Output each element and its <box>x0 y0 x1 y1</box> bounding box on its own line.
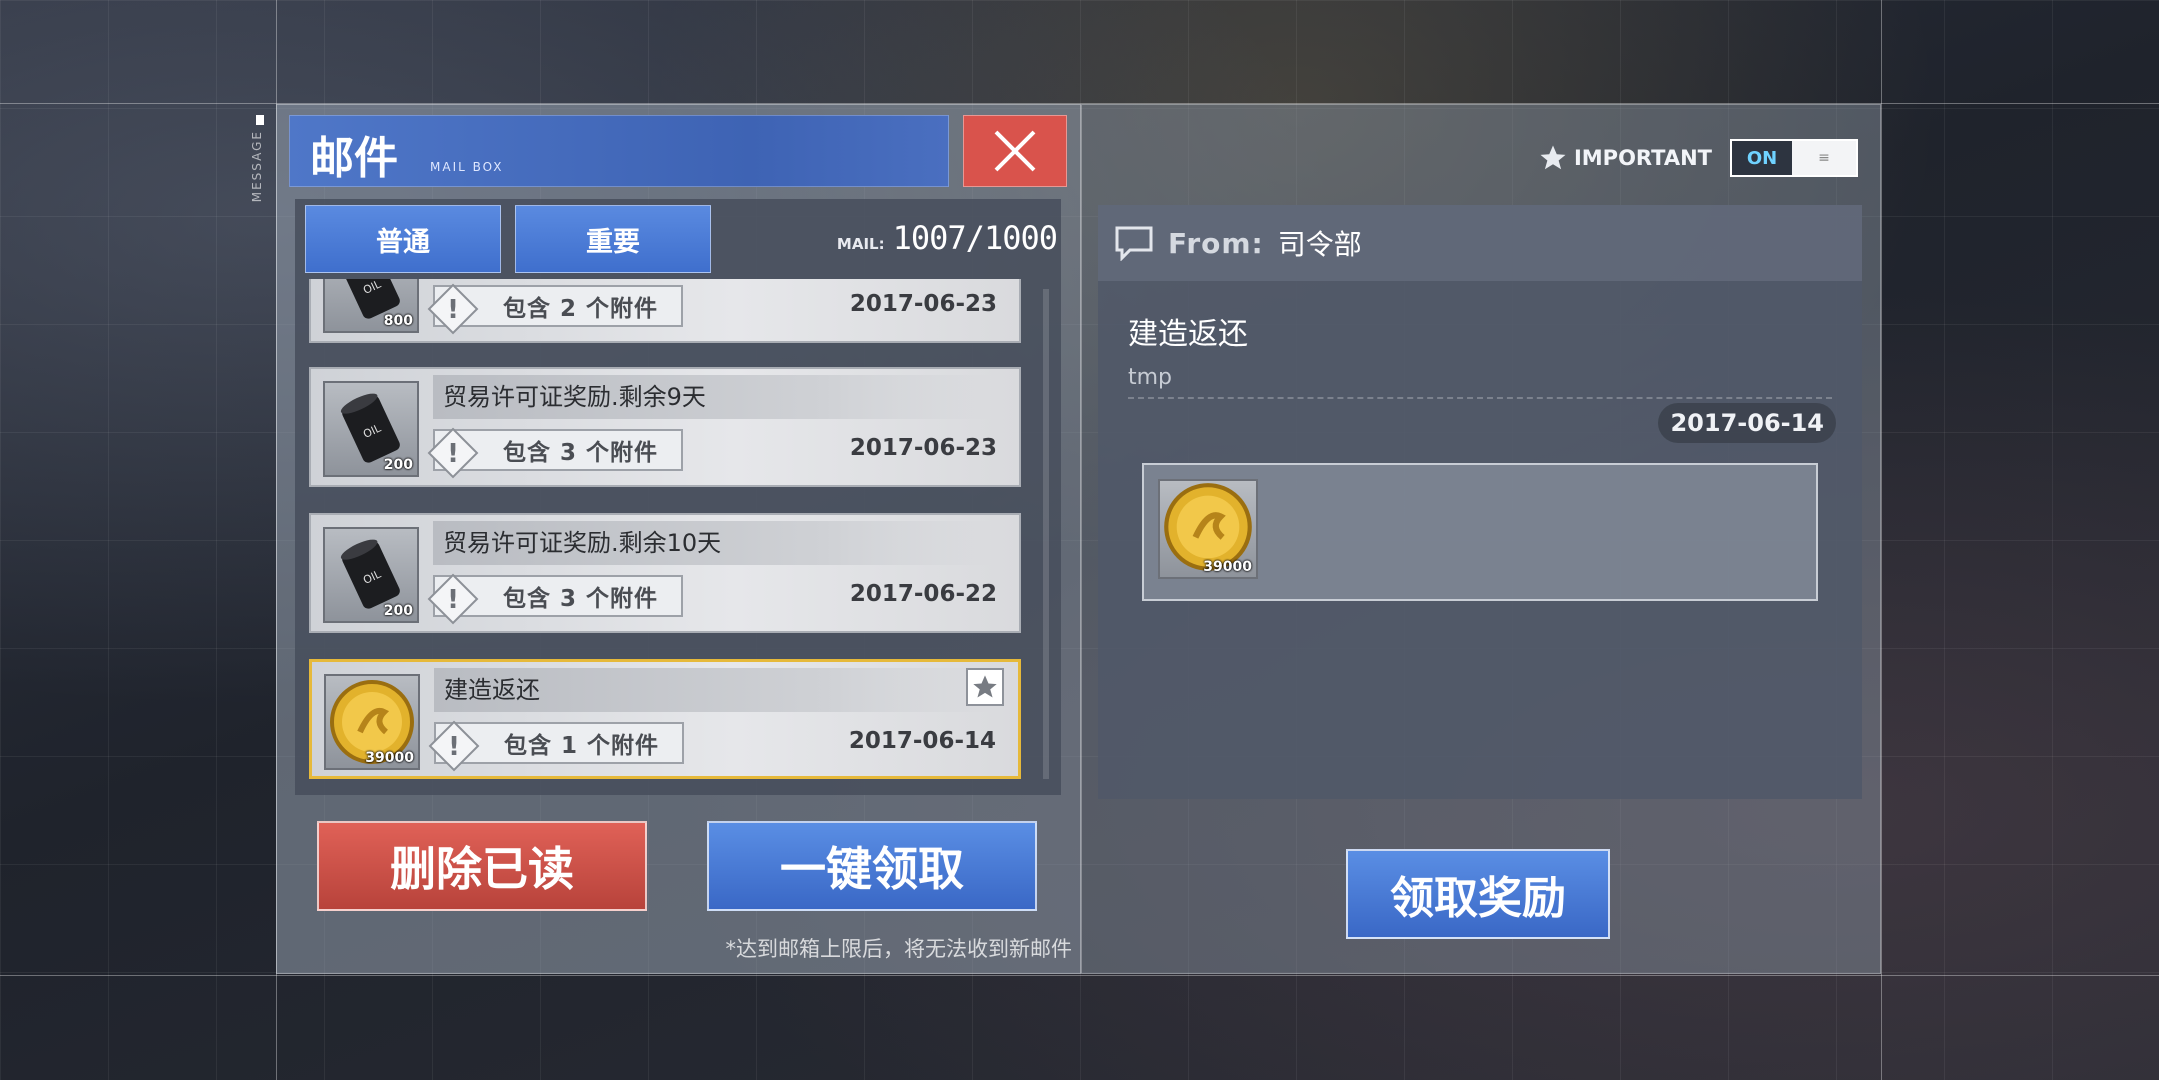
important-toggle[interactable]: ON ≡ <box>1730 139 1858 177</box>
claim-all-button[interactable]: 一键领取 <box>707 821 1037 911</box>
mail-subject: 贸易许可证奖励.剩余9天 <box>433 375 993 419</box>
mail-detail: From: 司令部 建造返还 tmp 2017-06-14 39000 <box>1098 205 1862 799</box>
exclamation-icon: ! <box>427 427 479 479</box>
star-icon <box>973 675 997 698</box>
mail-date: 2017-06-23 <box>849 435 997 461</box>
gold-coin-icon: 39000 <box>324 674 420 770</box>
attachment-badge: ! 包含 2 个附件 <box>427 283 683 335</box>
oil-barrel-icon: OIL 200 <box>323 381 419 477</box>
oil-barrel-icon: OIL 200 <box>323 527 419 623</box>
mailbox-limit-note: *达到邮箱上限后，将无法收到新邮件 <box>725 937 1073 961</box>
from-label: From: <box>1168 226 1264 260</box>
mail-count: MAIL: 1007/1000 <box>836 219 1058 257</box>
svg-text:!: ! <box>447 585 459 615</box>
frame-line <box>0 975 2159 976</box>
delete-read-button[interactable]: 删除已读 <box>317 821 647 911</box>
important-label-text: IMPORTANT <box>1573 146 1712 170</box>
tab-normal[interactable]: 普通 <box>305 205 501 273</box>
close-icon <box>994 130 1036 172</box>
important-filter: IMPORTANT ON ≡ <box>1538 139 1858 177</box>
mail-date: 2017-06-22 <box>849 581 997 607</box>
mail-count-value: 1007/1000 <box>892 219 1058 257</box>
mail-body: tmp <box>1128 365 1173 390</box>
important-label: IMPORTANT <box>1538 143 1712 173</box>
important-star-badge <box>966 668 1004 706</box>
exclamation-icon: ! <box>427 573 479 625</box>
divider <box>1128 397 1832 399</box>
mailbox-panel: 邮件 MAIL BOX 普通 重要 MAIL: 1007/1000 OIL 80… <box>276 104 1081 974</box>
mailbox-title-bar: 邮件 MAIL BOX <box>289 115 949 187</box>
oil-barrel-icon: OIL 800 <box>323 279 419 333</box>
mail-list-area: 普通 重要 MAIL: 1007/1000 OIL 800 ! 包含 2 个附件… <box>295 199 1061 795</box>
attachment-count: 包含 1 个附件 <box>504 733 660 759</box>
mail-item[interactable]: OIL 200 贸易许可证奖励.剩余10天 ! 包含 3 个附件 2017-06… <box>309 513 1021 633</box>
item-quantity: 800 <box>383 313 413 329</box>
toggle-state: ON <box>1746 147 1778 169</box>
attachment-count: 包含 2 个附件 <box>503 296 659 322</box>
page-subtitle: MAIL BOX <box>430 160 504 174</box>
page-title: 邮件 <box>310 133 398 184</box>
mail-item[interactable]: OIL 800 ! 包含 2 个附件 2017-06-23 <box>309 279 1021 343</box>
exclamation-icon: ! <box>427 283 479 335</box>
mail-title: 建造返还 <box>1128 317 1248 352</box>
gold-coin-icon[interactable]: 39000 <box>1158 479 1258 579</box>
svg-text:!: ! <box>447 295 459 325</box>
mail-list[interactable]: OIL 800 ! 包含 2 个附件 2017-06-23 OIL 200 贸易… <box>295 279 1061 791</box>
mail-list-scrollbar[interactable] <box>1043 289 1049 779</box>
reward-list: 39000 <box>1142 463 1818 601</box>
attachment-count: 包含 3 个附件 <box>503 440 659 466</box>
chat-bubble-icon <box>1115 226 1153 261</box>
mail-item-selected[interactable]: 39000 建造返还 ! 包含 1 个附件 2017-06-14 <box>309 659 1021 779</box>
attachment-count: 包含 3 个附件 <box>503 586 659 612</box>
claim-reward-button[interactable]: 领取奖励 <box>1346 849 1610 939</box>
attachment-badge: ! 包含 3 个附件 <box>427 573 683 625</box>
sender-name: 司令部 <box>1277 228 1362 261</box>
item-quantity: 200 <box>383 603 413 619</box>
exclamation-icon: ! <box>428 720 480 772</box>
tab-important[interactable]: 重要 <box>515 205 711 273</box>
attachment-badge: ! 包含 3 个附件 <box>427 427 683 479</box>
reward-quantity: 39000 <box>1203 559 1252 575</box>
side-tag: MESSAGE <box>250 130 264 203</box>
mail-detail-panel: IMPORTANT ON ≡ From: 司令部 建造返还 tmp 2017-0… <box>1081 104 1881 974</box>
side-marker <box>256 115 264 125</box>
mail-date: 2017-06-14 <box>1658 403 1836 443</box>
mail-item[interactable]: OIL 200 贸易许可证奖励.剩余9天 ! 包含 3 个附件 2017-06-… <box>309 367 1021 487</box>
frame-line <box>1881 0 1882 1080</box>
mail-date: 2017-06-14 <box>848 728 996 754</box>
mail-subject: 贸易许可证奖励.剩余10天 <box>433 521 993 565</box>
item-quantity: 200 <box>383 457 413 473</box>
svg-text:!: ! <box>448 732 460 762</box>
mail-date: 2017-06-23 <box>849 291 997 317</box>
close-button[interactable] <box>963 115 1067 187</box>
star-icon <box>1540 145 1566 170</box>
mail-count-label: MAIL: <box>836 235 885 253</box>
attachment-badge: ! 包含 1 个附件 <box>428 720 684 772</box>
mail-subject: 建造返还 <box>434 668 994 712</box>
mail-sender-row: From: 司令部 <box>1098 205 1862 281</box>
item-quantity: 39000 <box>365 750 414 766</box>
toggle-knob: ≡ <box>1792 141 1856 175</box>
svg-text:!: ! <box>447 439 459 469</box>
